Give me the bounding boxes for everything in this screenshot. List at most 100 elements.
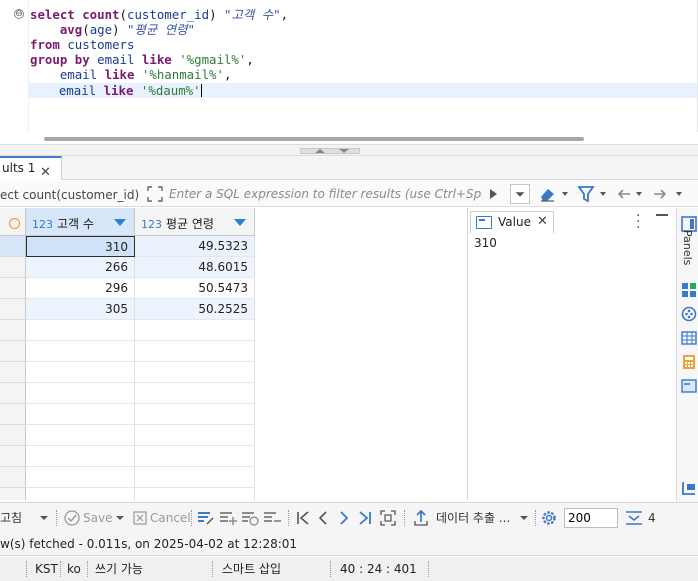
first-page-icon[interactable] [295, 509, 311, 527]
code-line-5[interactable]: email like '%hanmail%', [30, 67, 232, 82]
code-line-4[interactable]: group by email like '%gmail%', [30, 52, 254, 67]
delete-row-icon[interactable] [263, 509, 281, 527]
cell-customer-count[interactable] [26, 425, 135, 446]
column-header-customer-count[interactable]: 123 고객 수 [26, 208, 135, 236]
export-data-button[interactable]: 데이터 추출 ... [436, 509, 510, 527]
record-mode-icon[interactable] [9, 218, 20, 229]
table-row[interactable] [0, 488, 465, 500]
cell-value[interactable]: 310 [474, 236, 497, 250]
tab-value[interactable]: Value ✕ [470, 211, 554, 233]
row-count-icon[interactable] [624, 509, 644, 527]
editor-horizontal-scrollbar[interactable] [44, 137, 584, 141]
minimize-icon[interactable] [656, 214, 668, 216]
fetch-size-input[interactable] [564, 508, 618, 528]
cancel-icon[interactable] [132, 509, 148, 527]
cell-average-age[interactable]: 50.2525 [135, 299, 255, 320]
editor-results-splitter[interactable] [0, 144, 698, 156]
cell-customer-count[interactable] [26, 446, 135, 467]
fetch-all-icon[interactable] [379, 509, 397, 527]
table-row[interactable]: 305 50.2525 [0, 299, 465, 320]
filter-input[interactable] [166, 184, 482, 204]
row-number-cell[interactable] [0, 278, 26, 299]
table-row[interactable] [0, 446, 465, 467]
row-number-cell[interactable] [0, 341, 26, 362]
add-row-icon[interactable] [219, 509, 237, 527]
cell-customer-count[interactable]: 296 [26, 278, 135, 299]
grid-layout-icon[interactable] [681, 282, 697, 298]
row-number-cell[interactable] [0, 425, 26, 446]
table-row[interactable]: 266 48.6015 [0, 257, 465, 278]
cell-customer-count[interactable] [26, 320, 135, 341]
column-header-average-age[interactable]: 123 평균 연령 [135, 208, 255, 236]
row-number-cell[interactable] [0, 362, 26, 383]
eraser-icon[interactable] [538, 184, 568, 204]
export-icon[interactable] [413, 509, 429, 527]
tab-results-1[interactable]: ults 1 ✕ [0, 156, 62, 180]
row-number-cell[interactable] [0, 257, 26, 278]
back-arrow-icon[interactable] [616, 184, 646, 204]
cell-customer-count[interactable]: 310 [26, 236, 135, 257]
cell-average-age[interactable] [135, 446, 255, 467]
row-number-cell[interactable] [0, 320, 26, 341]
cell-average-age[interactable]: 50.5473 [135, 278, 255, 299]
cell-customer-count[interactable] [26, 341, 135, 362]
edit-row-icon[interactable] [197, 509, 215, 527]
run-filter-icon[interactable] [486, 184, 500, 204]
previous-page-icon[interactable] [316, 509, 330, 527]
code-line-3[interactable]: from customers [30, 37, 134, 52]
cell-average-age[interactable] [135, 362, 255, 383]
last-page-icon[interactable] [357, 509, 373, 527]
save-dropdown-icon[interactable] [114, 509, 126, 527]
cancel-button[interactable]: Cancel [150, 509, 191, 527]
save-check-icon[interactable] [63, 509, 81, 527]
cell-average-age[interactable] [135, 467, 255, 488]
cell-customer-count[interactable] [26, 383, 135, 404]
cell-customer-count[interactable]: 266 [26, 257, 135, 278]
panel-menu-icon[interactable]: · · · [636, 209, 640, 235]
row-number-cell[interactable] [0, 383, 26, 404]
filter-history-dropdown-icon[interactable] [510, 184, 530, 204]
next-page-icon[interactable] [337, 509, 351, 527]
table-view-icon[interactable] [681, 330, 697, 346]
table-row[interactable] [0, 383, 465, 404]
row-number-cell[interactable] [0, 236, 26, 257]
table-row[interactable] [0, 320, 465, 341]
table-row[interactable] [0, 341, 465, 362]
collapse-down-icon[interactable] [339, 149, 349, 153]
export-dropdown-icon[interactable] [518, 509, 530, 527]
cell-customer-count[interactable] [26, 467, 135, 488]
grouping-icon[interactable] [681, 306, 697, 322]
cell-average-age[interactable] [135, 383, 255, 404]
close-icon[interactable]: ✕ [537, 214, 548, 229]
row-number-cell[interactable] [0, 299, 26, 320]
calculator-icon[interactable] [681, 354, 697, 370]
cell-customer-count[interactable]: 305 [26, 299, 135, 320]
cell-customer-count[interactable] [26, 404, 135, 425]
save-button[interactable]: Save [83, 509, 112, 527]
cell-average-age[interactable] [135, 320, 255, 341]
table-row[interactable] [0, 467, 465, 488]
panels-label[interactable]: Panels [681, 230, 694, 265]
cell-average-age[interactable]: 49.5323 [135, 236, 255, 257]
fold-marker-icon[interactable]: ⊖ [14, 9, 24, 19]
expand-icon[interactable] [146, 185, 164, 203]
results-grid[interactable]: 123 고객 수 123 평균 연령 310 49.5323 266 48.6015 296… [0, 208, 465, 500]
cell-customer-count[interactable] [26, 488, 135, 500]
restore-panel-icon[interactable] [681, 480, 697, 496]
close-icon[interactable]: ✕ [40, 162, 51, 183]
grid-corner[interactable] [0, 208, 26, 236]
row-number-cell[interactable] [0, 446, 26, 467]
cell-average-age[interactable]: 48.6015 [135, 257, 255, 278]
splitter-handle[interactable] [300, 148, 360, 154]
insert-mode-indicator[interactable]: 스마트 삽입 [222, 557, 281, 581]
edit-button[interactable]: 고침 [0, 509, 22, 527]
code-line-1[interactable]: select count(customer_id) "고객 수", [30, 7, 288, 22]
table-row[interactable]: 310 49.5323 [0, 236, 465, 257]
table-row[interactable] [0, 362, 465, 383]
copy-row-icon[interactable] [241, 509, 259, 527]
cell-average-age[interactable] [135, 425, 255, 446]
cell-average-age[interactable] [135, 341, 255, 362]
sql-editor[interactable]: ⊖ select count(customer_id) "고객 수", avg(… [0, 0, 698, 132]
cell-customer-count[interactable] [26, 362, 135, 383]
locale-indicator[interactable]: ko [67, 557, 81, 581]
